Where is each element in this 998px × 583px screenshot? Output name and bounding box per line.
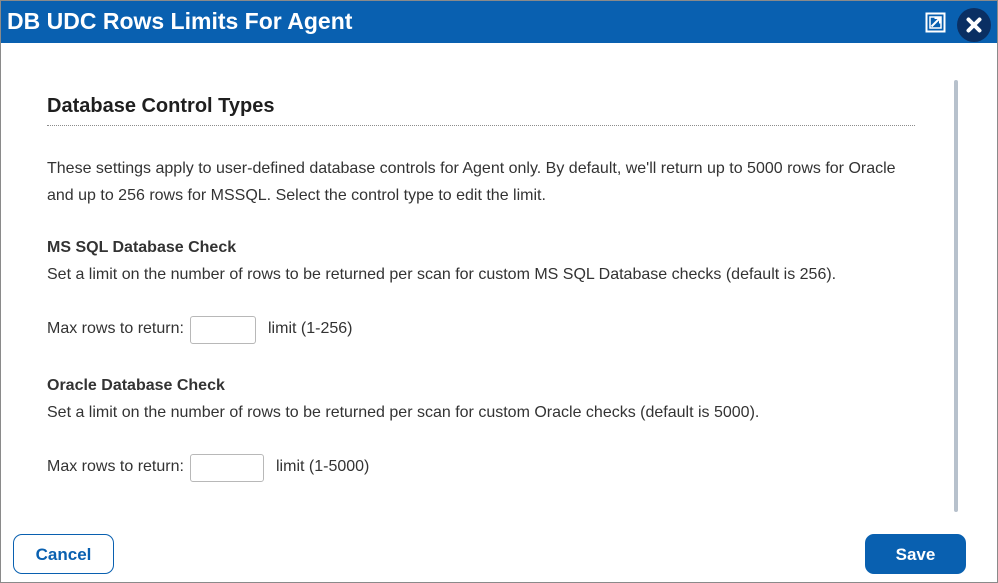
cancel-button[interactable]: Cancel xyxy=(13,534,114,574)
intro-line-1: These settings apply to user-defined dat… xyxy=(47,160,896,177)
save-button[interactable]: Save xyxy=(865,534,966,574)
mssql-description: Set a limit on the number of rows to be … xyxy=(47,266,837,283)
mssql-limit-hint: limit (1-256) xyxy=(268,320,353,337)
dialog-window: DB UDC Rows Limits For Agent Database Co… xyxy=(0,0,998,583)
oracle-max-rows-label: Max rows to return: xyxy=(47,458,184,475)
intro-text: These settings apply to user-defined dat… xyxy=(47,155,927,209)
oracle-heading: Oracle Database Check xyxy=(47,377,225,394)
section-title: Database Control Types xyxy=(47,95,275,117)
oracle-max-rows-input[interactable] xyxy=(190,454,264,482)
mssql-max-rows-input[interactable] xyxy=(190,316,256,344)
close-icon xyxy=(966,17,982,33)
section-divider xyxy=(47,125,915,126)
title-bar: DB UDC Rows Limits For Agent xyxy=(1,1,997,43)
maximize-button[interactable] xyxy=(925,12,946,33)
maximize-icon xyxy=(925,12,946,33)
mssql-heading: MS SQL Database Check xyxy=(47,239,237,256)
close-button[interactable] xyxy=(957,8,991,42)
dialog-content: Database Control Types These settings ap… xyxy=(1,43,997,513)
oracle-description: Set a limit on the number of rows to be … xyxy=(47,404,760,421)
mssql-max-rows-label: Max rows to return: xyxy=(47,320,184,337)
oracle-limit-hint: limit (1-5000) xyxy=(276,458,370,475)
intro-line-2: and up to 256 rows for MSSQL. Select the… xyxy=(47,187,546,204)
scrollbar[interactable] xyxy=(954,80,958,512)
dialog-title: DB UDC Rows Limits For Agent xyxy=(7,8,353,34)
